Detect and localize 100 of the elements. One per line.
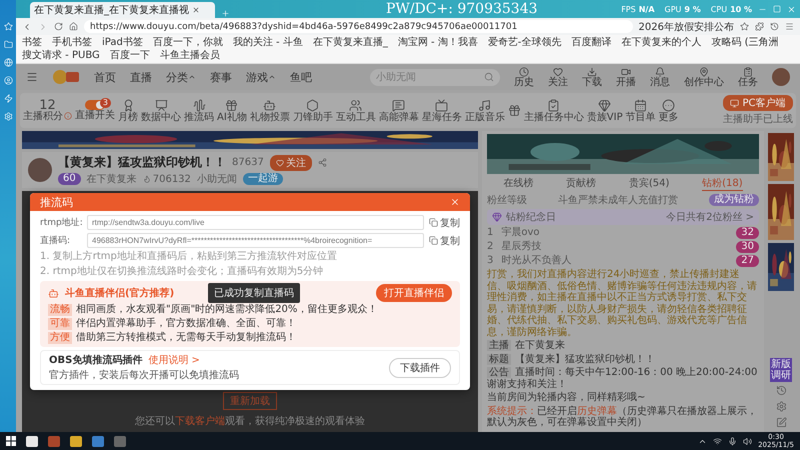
become-fan-button[interactable]: 成为钻粉 [709, 194, 759, 206]
bookmark[interactable]: 书签 [22, 36, 42, 49]
puzzle-icon[interactable] [755, 22, 764, 31]
tool-button[interactable]: 更多 [658, 98, 679, 122]
header-action[interactable]: 下载 [582, 66, 602, 88]
header-action[interactable]: 任务 [738, 66, 758, 88]
copy-button[interactable]: 复制 [429, 216, 460, 230]
tool-button[interactable]: 节目单 [626, 98, 656, 122]
bookmark[interactable]: 爱奇艺-全球领先 [488, 36, 562, 49]
bookmark[interactable]: 手机书签 [52, 36, 92, 49]
download-plugin-button[interactable]: 下载插件 [389, 358, 451, 378]
tool-button[interactable]: 刀锋助手 [292, 98, 333, 122]
ranking-tab[interactable]: 贡献榜 [566, 176, 596, 191]
tool-button[interactable]: 月榜 [118, 98, 138, 122]
users-icon [349, 98, 362, 112]
header-action[interactable]: 关注 [548, 66, 568, 88]
folder-icon[interactable] [4, 40, 12, 49]
history-icon[interactable] [776, 385, 786, 396]
nav-link[interactable]: 直播 [130, 70, 152, 84]
ranking-tab[interactable]: 钻粉(18) [702, 176, 743, 191]
ranking-tab[interactable]: 贵宾(54) [628, 176, 670, 191]
tool-button[interactable]: 礼物投票 [250, 98, 290, 122]
star-icon[interactable] [740, 22, 749, 31]
mic-icon[interactable] [728, 436, 738, 446]
bookmark[interactable]: 搜文请求 - PUBG [22, 49, 100, 62]
volume-icon[interactable] [743, 436, 752, 446]
tool-button[interactable] [508, 104, 521, 117]
field-label: 直播码: [40, 234, 72, 247]
live-switch[interactable]: 3 直播开关 [75, 100, 115, 121]
input-field[interactable]: rtmp://sendtw3a.douyu.com/live [87, 215, 424, 230]
nav-link[interactable]: 分类 [166, 70, 196, 84]
app-icon[interactable] [26, 436, 38, 446]
chart-icon [154, 98, 168, 112]
user-icon[interactable] [4, 76, 12, 85]
tool-button[interactable]: 星海任务 [422, 98, 462, 122]
close-icon[interactable] [192, 6, 200, 14]
header-action[interactable]: 创作中心 [684, 66, 724, 88]
bolt-icon[interactable] [4, 94, 12, 103]
system-message: 系统提示：已经开启历史弹幕（历史弹幕只在播放器上展示，默认为灰色，可在弹幕设置中关闭） [487, 406, 758, 428]
download-link[interactable]: 下载客户端 [175, 416, 225, 427]
survey-button[interactable]: 新版调研 [770, 358, 792, 382]
anniversary-count[interactable]: 今日共有2位粉丝 > [666, 210, 754, 224]
header-action[interactable]: 历史 [514, 66, 534, 88]
bookmark[interactable]: 斗鱼主播会员 [160, 49, 220, 62]
header-action[interactable]: 开播 [616, 66, 636, 88]
tool-button[interactable]: 贵族VIP [586, 98, 623, 122]
bookmark[interactable]: 我的关注 - 斗鱼 [232, 36, 303, 49]
tool-button[interactable]: 高能弹幕 [378, 98, 419, 122]
tool-button[interactable]: 互动工具 [336, 98, 376, 122]
header-action[interactable]: 消息 [650, 66, 670, 88]
info-icon [64, 112, 72, 120]
tool-button[interactable]: 主播任务中心 [524, 98, 584, 122]
windows-logo-icon[interactable] [6, 436, 16, 446]
bookmark[interactable]: 百度一下，你就 [152, 36, 223, 49]
fan-level-label: 粉丝等级 [487, 194, 527, 207]
bookmark[interactable]: 百度翻译 [571, 36, 612, 49]
bookmark[interactable]: 在下黄复来直播_ [312, 36, 388, 49]
pc-client-button[interactable]: PC客户端 [723, 95, 792, 111]
tool-button[interactable]: 数据中心 [141, 98, 181, 122]
logo-drawing [52, 69, 80, 85]
usage-link[interactable]: 使用说明 > [148, 353, 200, 367]
feature-tag: 可靠 [48, 318, 72, 330]
history-icon[interactable] [770, 22, 779, 31]
fan-badge: 30 [736, 241, 759, 253]
app-icon[interactable] [70, 436, 82, 446]
edit-icon[interactable] [776, 417, 786, 428]
nav-link[interactable]: 游戏 [246, 70, 276, 84]
globe-icon[interactable] [4, 58, 12, 67]
reload-icon[interactable] [54, 22, 63, 31]
nav-link[interactable]: 鱼吧 [290, 70, 312, 84]
home-icon[interactable] [69, 22, 78, 31]
nav-link[interactable]: 赛事 [210, 70, 232, 84]
share-icon[interactable] [318, 158, 327, 167]
search-suggestion[interactable]: 2026年放假安排公布 [638, 20, 734, 34]
open-app-button[interactable]: 打开直播伴侣 [376, 284, 452, 302]
avatar[interactable] [772, 68, 790, 86]
follow-button[interactable]: 关注 [270, 154, 312, 170]
tool-button[interactable]: 推流码 [184, 98, 214, 122]
bookmark[interactable]: 淘宝网 - 淘！我喜 [398, 36, 478, 49]
tool-button[interactable]: 正版音乐 [464, 98, 505, 122]
nav-link[interactable]: 首页 [94, 70, 116, 84]
heart-icon [276, 158, 284, 166]
bookmark[interactable]: 百度一下 [110, 49, 150, 62]
tool-button[interactable]: AI礼物 [217, 98, 247, 122]
browser-tab[interactable]: 在下黄复来直播_在下黄复来直播视 [30, 2, 215, 18]
ranking-tab[interactable]: 在线榜 [503, 176, 534, 191]
menu-icon[interactable] [785, 22, 794, 31]
network-icon[interactable] [713, 436, 722, 446]
menu-icon[interactable] [26, 71, 38, 83]
robot-icon [263, 98, 276, 112]
fan-badge: 32 [736, 227, 759, 239]
address-field[interactable]: https://www.douyu.com/beta/496883?dyshid=4bd46a-5976e8499c2a879c945706ae00011701 [84, 20, 633, 33]
copy-button[interactable]: 复制 [429, 234, 460, 248]
settings-icon[interactable] [776, 401, 786, 412]
score-item[interactable]: 12 主播积分 [23, 100, 72, 122]
bookmark[interactable]: 在下黄复来的个人 [621, 36, 702, 49]
input-field[interactable]: 496883rHON7wIrvU?dyRfl=************************************%4broirecognition= [87, 233, 424, 248]
gem-icon [598, 98, 612, 112]
bookmark[interactable]: 攻略码 (三角洲 [711, 36, 778, 49]
bookmark[interactable]: iPad书签 [102, 36, 143, 49]
